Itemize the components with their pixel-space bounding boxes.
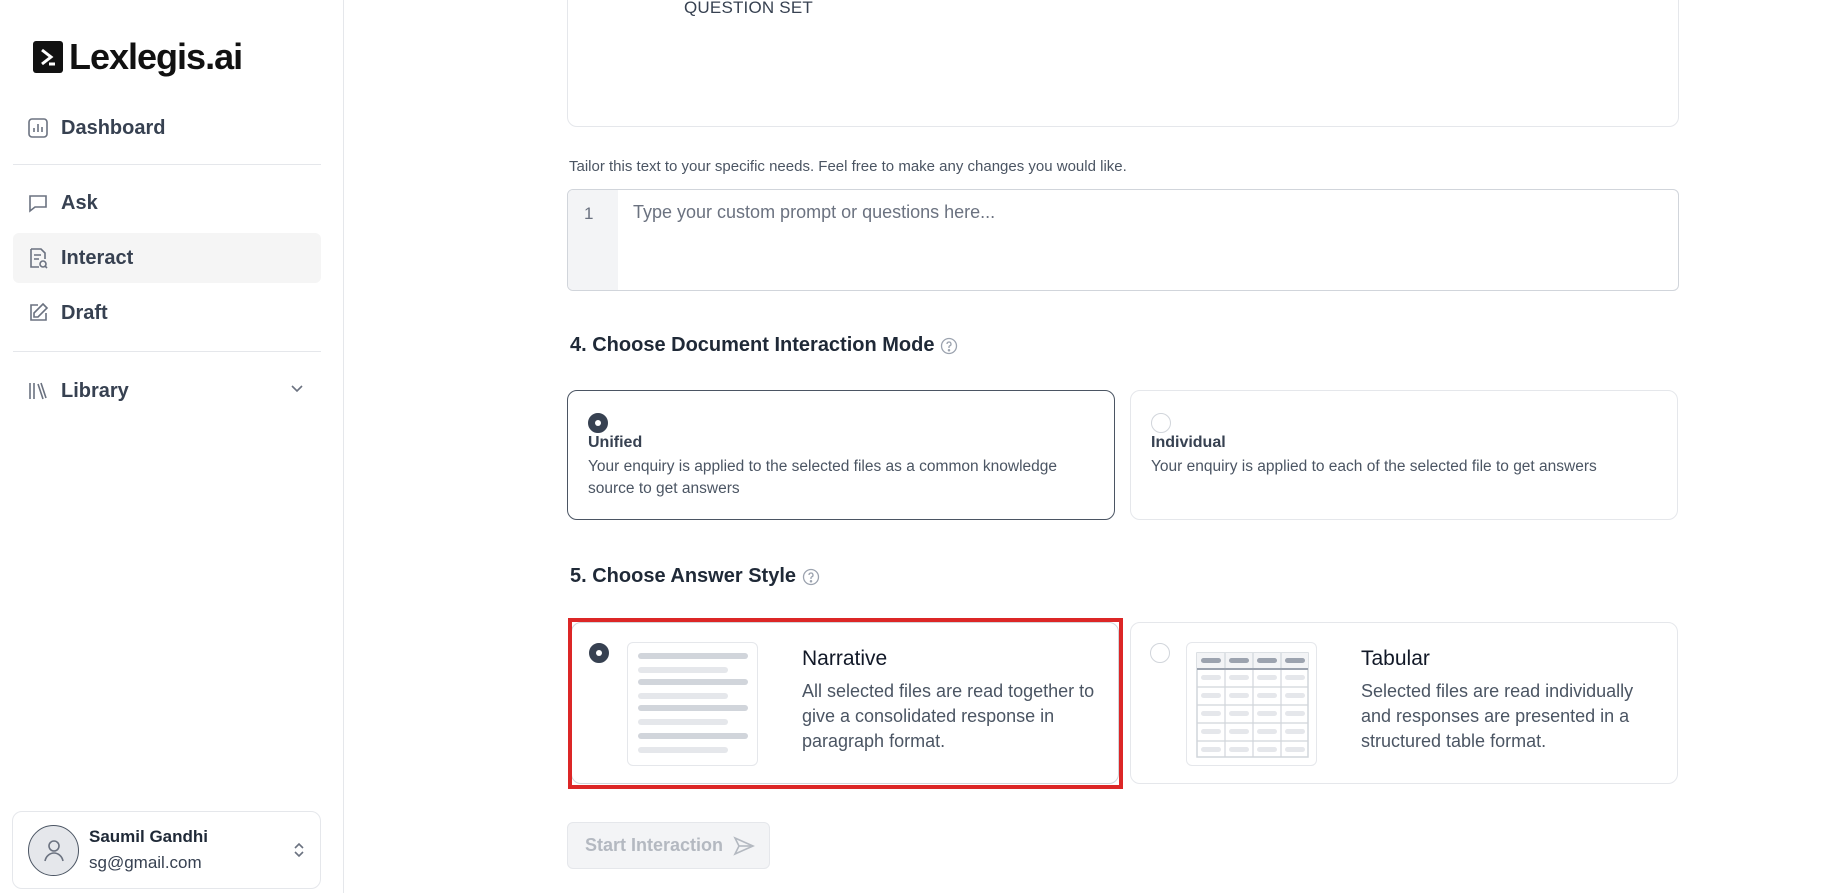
prompt-editor[interactable]: 1: [567, 189, 1679, 291]
help-icon[interactable]: [802, 568, 820, 586]
mode-option-unified[interactable]: Unified Your enquiry is applied to the s…: [567, 390, 1115, 520]
sidebar-item-label: Ask: [61, 191, 98, 214]
radio-tabular[interactable]: [1150, 643, 1170, 663]
sidebar-item-dashboard[interactable]: Dashboard: [13, 103, 321, 153]
pencil-square-icon: [27, 302, 49, 324]
line-number: 1: [584, 204, 594, 223]
sidebar-item-label: Library: [61, 379, 129, 402]
chevron-down-icon[interactable]: [289, 380, 305, 401]
section-title: 4. Choose Document Interaction Mode: [570, 334, 935, 356]
library-icon: [27, 380, 49, 402]
answer-style-heading: 5. Choose Answer Style: [570, 565, 820, 588]
interaction-mode-heading: 4. Choose Document Interaction Mode: [570, 334, 958, 357]
section-title: 5. Choose Answer Style: [570, 565, 796, 587]
logo-text: Lexlegis.ai: [69, 36, 243, 77]
user-icon: [43, 840, 64, 862]
logo-mark-icon: [33, 41, 63, 73]
prompt-input[interactable]: [633, 202, 1653, 223]
sidebar-divider: [13, 351, 321, 352]
style-option-tabular[interactable]: Tabular Selected files are read individu…: [1130, 622, 1678, 784]
mode-title: Unified: [588, 434, 643, 451]
mode-title: Individual: [1151, 434, 1226, 451]
tabular-preview-icon: [1186, 642, 1317, 766]
start-interaction-button[interactable]: Start Interaction: [567, 822, 770, 869]
radio-individual[interactable]: [1151, 413, 1171, 433]
help-icon[interactable]: [940, 337, 958, 355]
main-content: QUESTION SET Tailor this text to your sp…: [344, 0, 1843, 893]
chevron-up-down-icon[interactable]: [292, 840, 306, 865]
question-set-panel: [567, 0, 1679, 127]
sidebar-item-label: Draft: [61, 301, 108, 324]
document-search-icon: [27, 247, 49, 269]
chat-bubble-icon: [27, 192, 49, 214]
sidebar-item-ask[interactable]: Ask: [13, 178, 321, 228]
user-email: sg@gmail.com: [89, 853, 202, 872]
avatar: [28, 824, 79, 876]
sidebar-item-interact[interactable]: Interact: [13, 233, 321, 283]
sidebar-item-label: Dashboard: [61, 116, 166, 139]
sidebar-item-draft[interactable]: Draft: [13, 288, 321, 338]
selection-highlight: [568, 618, 1123, 789]
mode-option-individual[interactable]: Individual Your enquiry is applied to ea…: [1130, 390, 1678, 520]
line-gutter: 1: [568, 190, 618, 290]
question-set-label: QUESTION SET: [684, 0, 813, 17]
sidebar-item-library[interactable]: Library: [13, 366, 321, 416]
radio-unified[interactable]: [588, 413, 608, 433]
user-name: Saumil Gandhi: [89, 827, 209, 846]
prompt-hint: Tailor this text to your specific needs.…: [569, 158, 1127, 175]
send-icon: [733, 835, 756, 856]
brand-logo[interactable]: Lexlegis.ai: [33, 36, 243, 78]
style-description: Selected files are read individually and…: [1361, 681, 1634, 751]
chart-icon: [27, 117, 49, 139]
app-window: Lexlegis.ai Dashboard Ask Interact Draft…: [0, 0, 1843, 893]
sidebar-divider: [13, 164, 321, 165]
user-menu[interactable]: Saumil Gandhi sg@gmail.com: [12, 811, 321, 889]
start-interaction-label: Start Interaction: [585, 835, 724, 855]
sidebar: Lexlegis.ai Dashboard Ask Interact Draft…: [0, 0, 344, 893]
mode-description: Your enquiry is applied to each of the s…: [1151, 458, 1597, 475]
sidebar-item-label: Interact: [61, 246, 134, 269]
mode-description: Your enquiry is applied to the selected …: [588, 458, 1058, 497]
style-title: Tabular: [1361, 647, 1430, 670]
